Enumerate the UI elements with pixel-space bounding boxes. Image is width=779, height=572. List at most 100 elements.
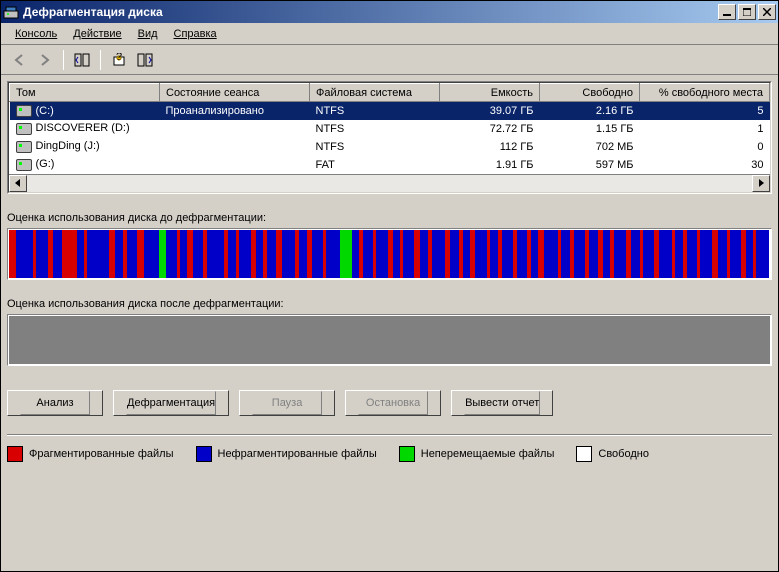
table-row[interactable]: (G:)FAT1.91 ГБ597 МБ30 xyxy=(10,156,770,174)
maximize-button[interactable] xyxy=(738,4,756,20)
volume-list: Том Состояние сеанса Файловая система Ем… xyxy=(7,81,772,194)
before-label: Оценка использования диска до дефрагмент… xyxy=(7,212,772,224)
disk-stripe xyxy=(420,230,428,278)
disk-stripe xyxy=(340,230,352,278)
view-button[interactable] xyxy=(133,48,157,72)
disk-stripe xyxy=(589,230,599,278)
disk-stripe xyxy=(363,230,373,278)
app-icon xyxy=(3,4,19,20)
app-window: Дефрагментация диска Консоль Действие Ви… xyxy=(0,0,779,572)
menubar: Консоль Действие Вид Справка xyxy=(1,23,778,45)
legend-fragmented-swatch xyxy=(7,446,23,462)
disk-stripe xyxy=(531,230,538,278)
table-row[interactable]: (C:)ПроанализированоNTFS39.07 ГБ2.16 ГБ5 xyxy=(10,102,770,120)
close-button[interactable] xyxy=(758,4,776,20)
scroll-right-icon[interactable] xyxy=(752,175,770,192)
after-defrag-map xyxy=(7,314,772,366)
disk-stripe xyxy=(77,230,84,278)
legend-free-swatch xyxy=(576,446,592,462)
col-volume[interactable]: Том xyxy=(10,84,160,102)
disk-stripe xyxy=(517,230,527,278)
disk-stripe xyxy=(561,230,569,278)
disk-stripe xyxy=(326,230,340,278)
titlebar[interactable]: Дефрагментация диска xyxy=(1,1,778,23)
scroll-track[interactable] xyxy=(27,175,752,192)
disk-stripe xyxy=(643,230,654,278)
disk-stripe xyxy=(127,230,138,278)
table-row[interactable]: DISCOVERER (D:)NTFS72.72 ГБ1.15 ГБ1 xyxy=(10,120,770,138)
disk-stripe xyxy=(239,230,251,278)
disk-stripe xyxy=(544,230,558,278)
pause-button: Пауза xyxy=(239,390,335,416)
col-free[interactable]: Свободно xyxy=(540,84,640,102)
disk-stripe xyxy=(352,230,359,278)
disk-stripe xyxy=(432,230,445,278)
col-fs[interactable]: Файловая система xyxy=(310,84,440,102)
table-row[interactable]: DingDing (J:)NTFS112 ГБ702 МБ0 xyxy=(10,138,770,156)
disk-stripe xyxy=(574,230,585,278)
disk-stripe xyxy=(450,230,460,278)
window-title: Дефрагментация диска xyxy=(23,5,718,19)
menu-help[interactable]: Справка xyxy=(166,26,225,42)
legend-contiguous-swatch xyxy=(196,446,212,462)
disk-stripe xyxy=(36,230,48,278)
legend-contiguous-label: Нефрагментированные файлы xyxy=(218,448,377,460)
disk-stripe xyxy=(700,230,712,278)
disk-stripe xyxy=(312,230,323,278)
legend: Фрагментированные файлы Нефрагментирован… xyxy=(7,446,772,462)
up-button[interactable] xyxy=(70,48,94,72)
forward-button[interactable] xyxy=(33,48,57,72)
disk-stripe xyxy=(228,230,236,278)
disk-stripe xyxy=(475,230,487,278)
col-pctfree[interactable]: % свободного места xyxy=(640,84,770,102)
legend-unmovable-swatch xyxy=(399,446,415,462)
disk-stripe xyxy=(137,230,144,278)
disk-stripe xyxy=(403,230,414,278)
analyze-button[interactable]: Анализ xyxy=(7,390,103,416)
disk-stripe xyxy=(746,230,753,278)
separator xyxy=(7,434,772,436)
stop-button: Остановка xyxy=(345,390,441,416)
before-defrag-map xyxy=(7,228,772,280)
disk-stripe xyxy=(687,230,697,278)
back-button[interactable] xyxy=(7,48,31,72)
minimize-button[interactable] xyxy=(718,4,736,20)
menu-console[interactable]: Консоль xyxy=(7,26,65,42)
menu-action[interactable]: Действие xyxy=(65,26,129,42)
disk-stripe xyxy=(502,230,513,278)
defragment-button[interactable]: Дефрагментация xyxy=(113,390,229,416)
disk-stripe xyxy=(756,230,769,278)
legend-fragmented-label: Фрагментированные файлы xyxy=(29,448,174,460)
drive-icon xyxy=(16,141,32,153)
disk-stripe xyxy=(614,230,626,278)
disk-stripe xyxy=(166,230,177,278)
disk-stripe xyxy=(393,230,400,278)
drive-icon xyxy=(16,159,32,171)
col-capacity[interactable]: Емкость xyxy=(440,84,540,102)
disk-stripe xyxy=(144,230,158,278)
disk-stripe xyxy=(730,230,741,278)
svg-text:?: ? xyxy=(116,53,122,63)
disk-stripe xyxy=(603,230,610,278)
report-button[interactable]: Вывести отчет xyxy=(451,390,553,416)
disk-stripe xyxy=(659,230,672,278)
scroll-left-icon[interactable] xyxy=(9,175,27,192)
legend-unmovable-label: Неперемещаемые файлы xyxy=(421,448,555,460)
col-session[interactable]: Состояние сеанса xyxy=(160,84,310,102)
h-scrollbar[interactable] xyxy=(9,174,770,192)
column-headers: Том Состояние сеанса Файловая система Ем… xyxy=(10,84,770,102)
disk-stripe xyxy=(87,230,108,278)
disk-stripe xyxy=(193,230,203,278)
disk-stripe xyxy=(631,230,639,278)
disk-stripe xyxy=(718,230,726,278)
disk-stripe xyxy=(463,230,470,278)
disk-stripe xyxy=(62,230,76,278)
properties-button[interactable]: ? xyxy=(107,48,131,72)
disk-stripe xyxy=(490,230,498,278)
disk-stripe xyxy=(299,230,307,278)
menu-view[interactable]: Вид xyxy=(130,26,166,42)
disk-stripe xyxy=(675,230,682,278)
disk-stripe xyxy=(207,230,224,278)
disk-stripe xyxy=(9,230,16,278)
disk-stripe xyxy=(256,230,263,278)
